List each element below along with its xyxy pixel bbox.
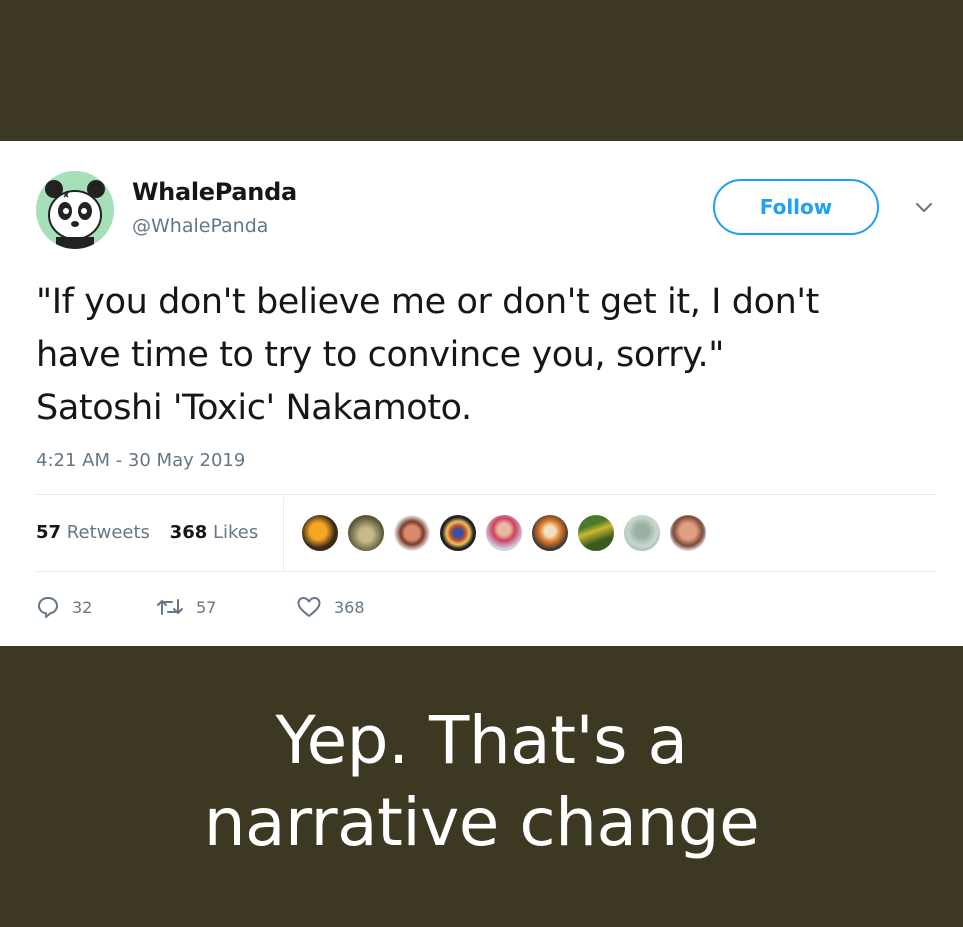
caption-line: narrative change [203, 784, 760, 861]
stats-separator [283, 497, 284, 570]
liker-avatar[interactable] [484, 513, 524, 553]
reply-count: 32 [72, 597, 93, 617]
tweet-text: "If you don't believe me or don't get it… [36, 276, 941, 435]
likes-label[interactable]: Likes [213, 522, 258, 543]
like-count: 368 [334, 597, 365, 617]
reply-button[interactable]: 32 [36, 595, 92, 619]
meme-caption: Yep. That's a narrative change [0, 700, 963, 864]
retweet-button[interactable]: 57 [156, 595, 216, 619]
divider [36, 571, 936, 572]
likes-count[interactable]: 368 [170, 522, 208, 543]
retweet-count: 57 [196, 597, 217, 617]
retweets-count[interactable]: 57 [36, 522, 61, 543]
chevron-down-icon[interactable] [912, 198, 936, 218]
liker-avatar[interactable] [668, 513, 708, 553]
liker-avatar[interactable] [576, 513, 616, 553]
caption-line: Yep. That's a [275, 702, 688, 779]
tweet-text-line: have time to try to convince you, sorry.… [36, 335, 724, 375]
tweet-timestamp[interactable]: 4:21 AM - 30 May 2019 [36, 450, 245, 471]
display-name[interactable]: WhalePanda [132, 178, 297, 206]
heart-icon [296, 595, 322, 619]
tweet-text-line: Satoshi 'Toxic' Nakamoto. [36, 388, 472, 428]
liker-avatar[interactable] [346, 513, 386, 553]
retweets-label[interactable]: Retweets [67, 522, 150, 543]
handle[interactable]: @WhalePanda [132, 215, 268, 237]
liker-avatar[interactable] [622, 513, 662, 553]
follow-button[interactable]: Follow [713, 179, 879, 235]
tweet-text-line: "If you don't believe me or don't get it… [36, 282, 819, 322]
panda-avatar-icon[interactable] [36, 171, 114, 249]
reply-icon [36, 595, 60, 619]
retweet-icon [156, 595, 184, 619]
liker-avatar[interactable] [300, 513, 340, 553]
liker-avatar[interactable] [392, 513, 432, 553]
liker-avatar[interactable] [438, 513, 478, 553]
liker-avatar[interactable] [530, 513, 570, 553]
tweet-stats: 57 Retweets 368 Likes [36, 522, 258, 543]
like-button[interactable]: 368 [296, 595, 365, 619]
divider [36, 494, 936, 495]
